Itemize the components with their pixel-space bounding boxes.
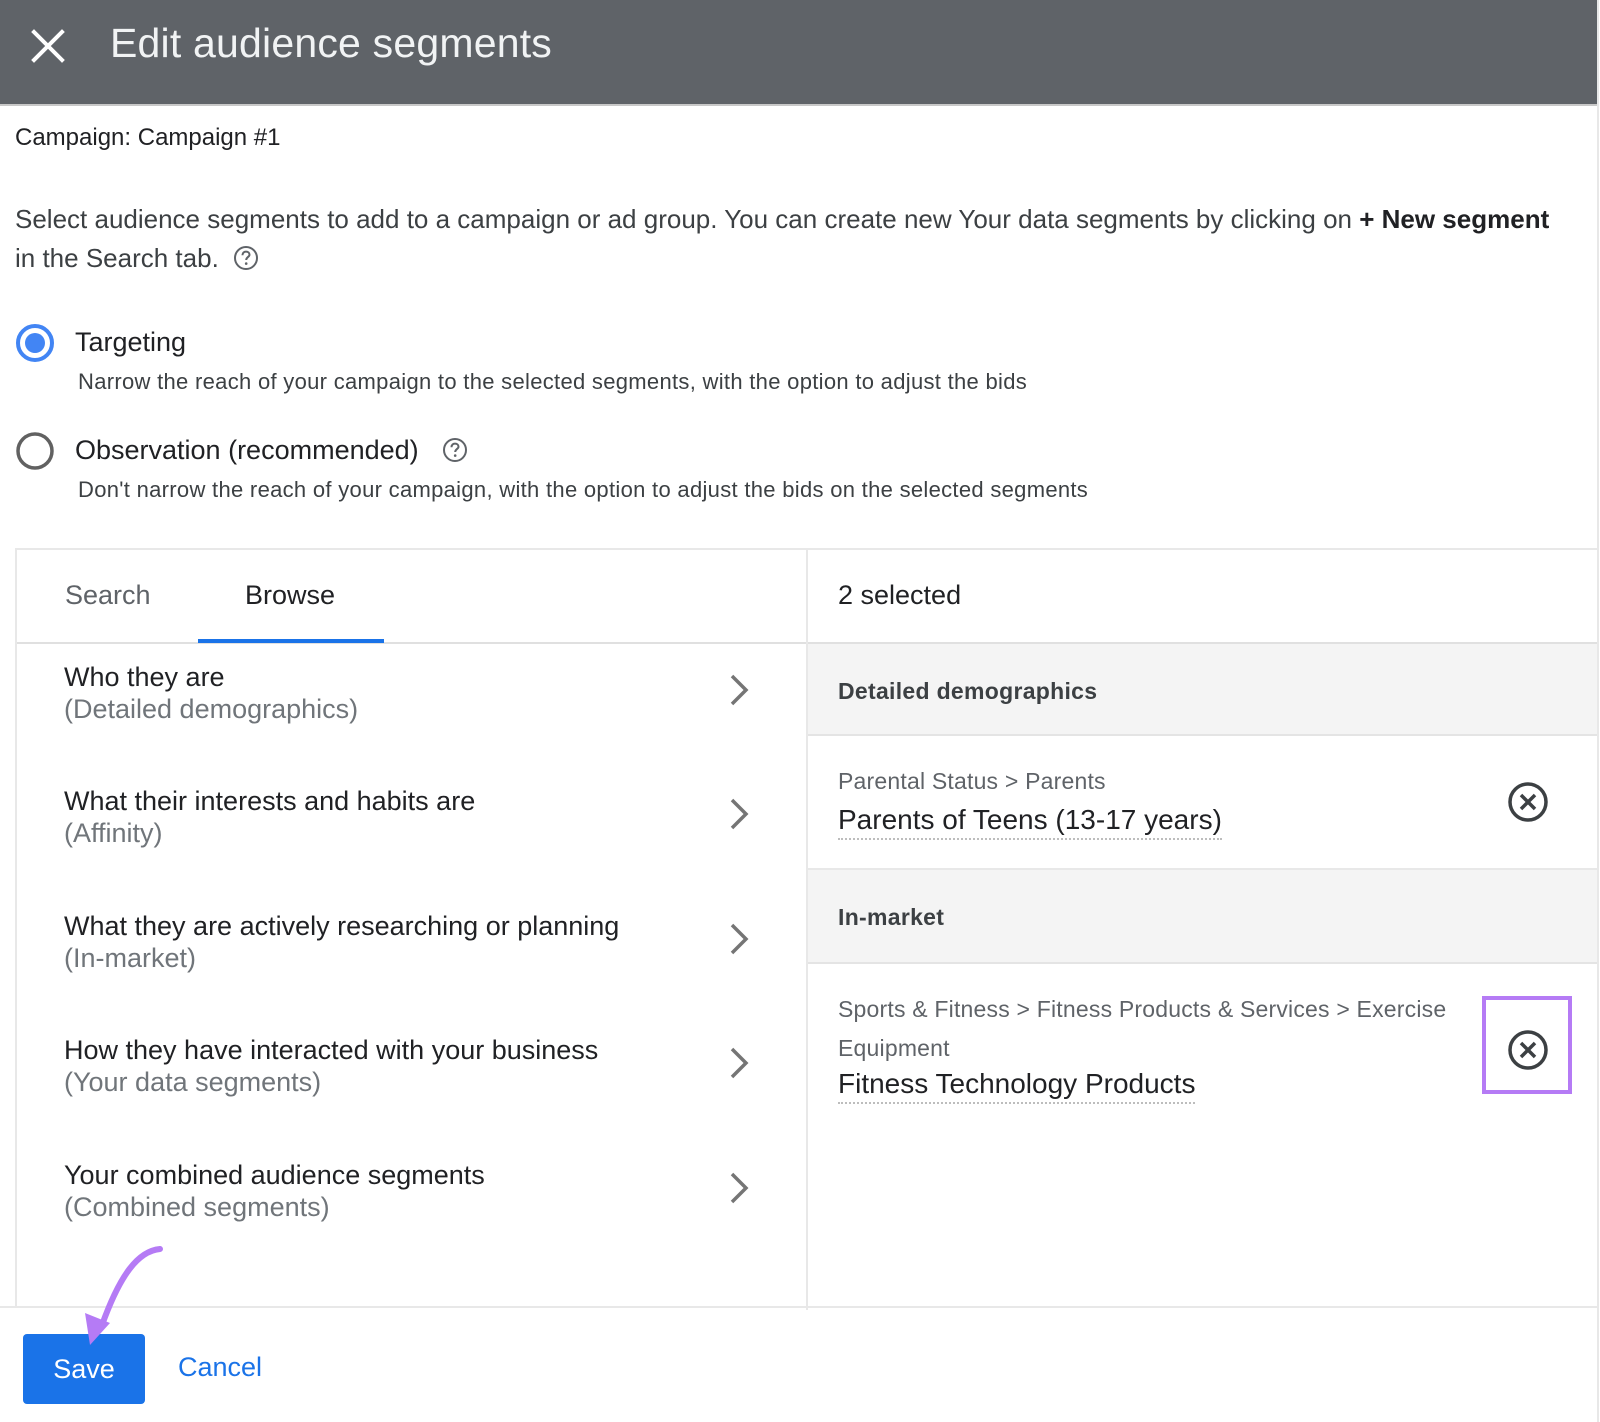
dialog-title: Edit audience segments	[110, 20, 553, 66]
selected-item-path: Sports & Fitness > Fitness Products & Se…	[838, 996, 1447, 1061]
help-circle-icon[interactable]	[233, 243, 259, 270]
selected-item: Parental Status > Parents Parents of Tee…	[808, 736, 1597, 870]
footer-divider	[0, 1306, 1597, 1308]
browse-item-title: How they have interacted with your busin…	[64, 1035, 599, 1065]
chevron-right-icon	[730, 674, 749, 706]
annotation-highlight-box	[1482, 996, 1572, 1094]
browse-item-title: What their interests and habits are	[64, 786, 476, 816]
cancel-button[interactable]: Cancel	[178, 1352, 262, 1383]
intro-text-main: Select audience segments to add to a cam…	[15, 204, 1360, 234]
option-observation-description: Don't narrow the reach of your campaign,…	[78, 477, 1089, 502]
tab-search[interactable]: Search	[65, 580, 151, 611]
group-heading-text: Detailed demographics	[838, 678, 1098, 704]
chevron-right-icon	[730, 798, 749, 830]
tab-bar: Search Browse	[17, 550, 806, 644]
active-tab-indicator	[198, 639, 384, 643]
help-circle-icon[interactable]	[442, 437, 468, 463]
intro-text-end: in the Search tab.	[15, 243, 219, 273]
chevron-right-icon	[730, 923, 749, 955]
option-targeting-label: Targeting	[75, 327, 187, 357]
edit-audience-dialog: Edit audience segments Campaign: Campaig…	[0, 0, 1599, 1422]
browse-item-title: What they are actively researching or pl…	[64, 911, 620, 941]
browse-item-in-market[interactable]: What they are actively researching or pl…	[17, 911, 806, 1035]
browse-item-subtitle: (In-market)	[64, 943, 197, 973]
remove-circle-x-icon[interactable]	[1507, 781, 1549, 823]
radio-observation-unselected[interactable]	[15, 431, 55, 471]
selected-item: Sports & Fitness > Fitness Products & Se…	[808, 964, 1597, 1124]
segments-panel: Search Browse Who they are (Detailed dem…	[15, 548, 1597, 1310]
browse-item-subtitle: (Combined segments)	[64, 1192, 330, 1222]
browse-item-affinity[interactable]: What their interests and habits are (Aff…	[17, 786, 806, 910]
chevron-right-icon	[730, 1172, 749, 1204]
browse-item-subtitle: (Your data segments)	[64, 1067, 322, 1097]
browse-column: Search Browse Who they are (Detailed dem…	[17, 550, 808, 1310]
save-button[interactable]: Save	[23, 1334, 145, 1404]
tab-browse[interactable]: Browse	[245, 580, 335, 611]
close-icon	[31, 29, 65, 63]
selected-item-name[interactable]: Parents of Teens (13-17 years)	[838, 804, 1222, 840]
browse-item-subtitle: (Affinity)	[64, 818, 163, 848]
browse-item-title: Who they are	[64, 662, 225, 692]
group-heading-text: In-market	[838, 904, 945, 930]
group-heading-in-market: In-market	[808, 870, 1597, 964]
selected-count: 2 selected	[838, 580, 962, 610]
new-segment-bold: + New segment	[1359, 204, 1550, 234]
browse-item-detailed-demographics[interactable]: Who they are (Detailed demographics)	[17, 662, 806, 786]
browse-item-your-data-segments[interactable]: How they have interacted with your busin…	[17, 1035, 806, 1159]
browse-item-subtitle: (Detailed demographics)	[64, 694, 359, 724]
selected-item-path: Parental Status > Parents	[838, 768, 1106, 794]
browse-item-title: Your combined audience segments	[64, 1160, 485, 1190]
chevron-right-icon	[730, 1047, 749, 1079]
dialog-header: Edit audience segments	[0, 0, 1597, 106]
selected-item-name[interactable]: Fitness Technology Products	[838, 1068, 1196, 1104]
option-targeting-description: Narrow the reach of your campaign to the…	[78, 369, 1028, 394]
browse-item-combined-segments[interactable]: Your combined audience segments (Combine…	[17, 1160, 806, 1284]
campaign-label: Campaign: Campaign #1	[15, 124, 281, 151]
selected-column: 2 selected Detailed demographics Parenta…	[808, 550, 1597, 1310]
option-observation-text: Observation (recommended)	[75, 435, 419, 465]
intro-text: Select audience segments to add to a cam…	[15, 200, 1575, 278]
group-heading-detailed-demographics: Detailed demographics	[808, 644, 1597, 736]
close-button[interactable]	[28, 26, 68, 66]
radio-targeting-selected[interactable]	[15, 323, 55, 363]
option-observation-label: Observation (recommended)	[75, 435, 468, 466]
